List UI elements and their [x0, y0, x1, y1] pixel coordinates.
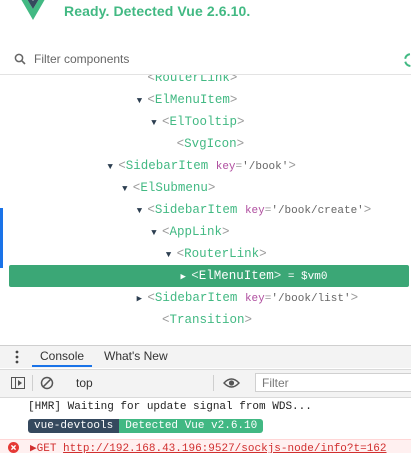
- tag-close-bracket: >: [236, 137, 245, 151]
- tag-open-bracket: <: [162, 225, 170, 239]
- attr-key: key: [244, 205, 265, 217]
- vue-detected-status: Ready. Detected Vue 2.6.10.: [64, 3, 251, 19]
- tag-open-bracket: <: [176, 247, 185, 261]
- caret-down-icon[interactable]: ▼: [102, 156, 118, 178]
- toolbar-divider: [213, 375, 214, 391]
- component-name: SidebarItem: [125, 159, 209, 173]
- tag-close-bracket: >: [244, 313, 253, 327]
- console-error-line[interactable]: ▶GET http://192.168.43.196:9527/sockjs-n…: [0, 439, 411, 453]
- tree-node-transition[interactable]: <Transition>: [0, 309, 411, 331]
- component-name: SidebarItem: [154, 203, 238, 217]
- search-icon: [14, 53, 26, 65]
- tag-close-bracket: >: [363, 203, 372, 217]
- sidebar-toggle-icon[interactable]: [11, 376, 25, 390]
- console-filter-input[interactable]: [255, 373, 411, 392]
- component-name: Transition: [169, 313, 245, 327]
- devtools-badge-line: vue-devtools Detected Vue v2.6.10: [28, 419, 264, 433]
- error-method: GET: [36, 443, 57, 453]
- attr-key: key: [215, 161, 236, 173]
- tag-open-bracket: <: [162, 115, 170, 129]
- tree-node-svgicon[interactable]: <SvgIcon>: [0, 133, 411, 155]
- component-name: ElSubmenu: [140, 181, 208, 195]
- tree-node-routerlink[interactable]: ▼ <RouterLink>: [0, 243, 411, 265]
- component-name: AppLink: [169, 225, 223, 239]
- console-output: [HMR] Waiting for update signal from WDS…: [0, 397, 411, 453]
- tag-open-bracket: <: [176, 137, 185, 151]
- component-name: ElTooltip: [169, 115, 238, 129]
- tag-open-bracket: <: [147, 203, 155, 217]
- caret-down-icon[interactable]: ▼: [117, 178, 133, 200]
- tab-console[interactable]: Console: [32, 346, 93, 367]
- tree-node-elmenuitem[interactable]: ▼ <ElMenuItem>: [0, 89, 411, 111]
- tag-close-bracket: >: [222, 225, 230, 239]
- attr-value: '/book/list': [271, 293, 351, 305]
- tag-close-bracket: >: [229, 75, 238, 85]
- vue-devtools-badge: vue-devtools: [28, 419, 120, 433]
- tag-open-bracket: <: [147, 75, 155, 85]
- hmr-log-line: [HMR] Waiting for update signal from WDS…: [28, 401, 312, 413]
- component-name: ElMenuItem: [198, 269, 274, 283]
- vm-equals: =: [281, 271, 302, 283]
- error-url[interactable]: http://192.168.43.196:9527/sockjs-node/i…: [63, 443, 386, 453]
- context-value: top: [76, 376, 93, 390]
- console-toolbar: top ▼: [0, 369, 411, 398]
- attr-value: '/book/create': [271, 205, 364, 217]
- filter-components-input[interactable]: [34, 49, 374, 69]
- component-name: ElMenuItem: [154, 93, 230, 107]
- tree-node-elsubmenu[interactable]: ▼ <ElSubmenu>: [0, 177, 411, 199]
- expand-arrow-icon[interactable]: ▶: [30, 443, 37, 453]
- caret-down-icon[interactable]: ▼: [146, 112, 162, 134]
- tab-whats-new[interactable]: What's New: [96, 346, 176, 367]
- tag-open-bracket: <: [147, 93, 155, 107]
- drawer-tab-bar: Console What's New: [0, 345, 411, 368]
- tag-close-bracket: >: [288, 159, 296, 173]
- tree-node-sidebaritem[interactable]: ▼ <SidebarItem key='/book'>: [0, 155, 411, 177]
- tree-node-sidebaritem[interactable]: ▶ <SidebarItem key='/book/list'>: [0, 287, 411, 309]
- error-text: ▶GET http://192.168.43.196:9527/sockjs-n…: [30, 441, 387, 453]
- tag-open-bracket: <: [191, 269, 199, 283]
- tag-close-bracket: >: [350, 291, 359, 305]
- tag-close-bracket: >: [259, 247, 267, 261]
- more-options-icon[interactable]: [14, 350, 20, 364]
- vm-reference: $vm0: [301, 271, 328, 283]
- component-name: SidebarItem: [154, 291, 238, 305]
- tag-close-bracket: >: [237, 115, 245, 129]
- component-name: RouterLink: [184, 247, 260, 261]
- tag-open-bracket: <: [118, 159, 126, 173]
- tree-node-elmenuitem[interactable]: ▶ <ElMenuItem> = $vm0: [9, 265, 409, 287]
- caret-down-icon[interactable]: ▼: [131, 200, 147, 222]
- component-filter-bar: [0, 45, 411, 75]
- caret-down-icon[interactable]: ▼: [146, 222, 162, 244]
- tag-open-bracket: <: [147, 291, 155, 305]
- component-name: RouterLink: [154, 75, 230, 85]
- detected-vue-badge: Detected Vue v2.6.10: [119, 419, 264, 433]
- select-component-icon[interactable]: [402, 51, 411, 69]
- attr-key: key: [244, 293, 265, 305]
- devtools-header: Ready. Detected Vue 2.6.10.: [0, 0, 411, 34]
- error-icon: [8, 442, 19, 453]
- tree-node-sidebaritem[interactable]: ▼ <SidebarItem key='/book/create'>: [0, 199, 411, 221]
- context-selector[interactable]: top ▼: [68, 373, 272, 393]
- component-name: SvgIcon: [184, 137, 237, 151]
- component-tree: <RouterLink> ▼ <ElMenuItem> ▼ <ElTooltip> <Sv…: [0, 75, 411, 340]
- tag-open-bracket: <: [162, 313, 170, 327]
- tree-node-routerlink[interactable]: <RouterLink>: [0, 75, 411, 89]
- vue-logo-icon: [21, 0, 45, 20]
- clear-console-icon[interactable]: [40, 376, 54, 390]
- caret-right-icon[interactable]: ▶: [175, 266, 191, 288]
- attr-value: '/book': [242, 161, 289, 173]
- caret-down-icon[interactable]: ▼: [161, 244, 177, 266]
- tag-close-bracket: >: [207, 181, 216, 195]
- eye-icon[interactable]: [223, 376, 240, 390]
- caret-down-icon[interactable]: ▼: [131, 90, 147, 112]
- tree-node-eltooltip[interactable]: ▼ <ElTooltip>: [0, 111, 411, 133]
- caret-right-icon[interactable]: ▶: [131, 288, 147, 310]
- toolbar-divider: [32, 375, 33, 391]
- tag-close-bracket: >: [229, 93, 238, 107]
- tree-node-applink[interactable]: ▼ <AppLink>: [0, 221, 411, 243]
